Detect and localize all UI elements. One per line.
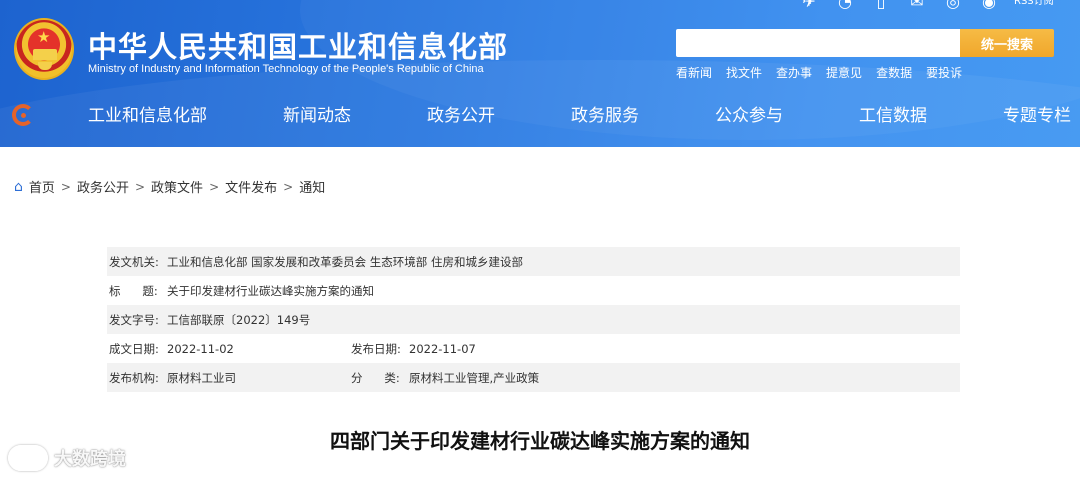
meta-label: 成文日期: — [109, 341, 159, 356]
quick-links: 看新闻 找文件 查办事 提意见 查数据 要投诉 — [676, 64, 962, 81]
document-title: 四部门关于印发建材行业碳达峰实施方案的通知 — [330, 429, 750, 453]
meta-value-created: 2022-11-02 — [167, 341, 234, 356]
mail-icon[interactable]: ✉ — [906, 0, 928, 12]
national-emblem-icon[interactable]: ★ — [14, 18, 74, 80]
nav-item-public-participation[interactable]: 公众参与 — [677, 96, 821, 136]
rss-link[interactable]: RSS订阅 — [1014, 0, 1054, 12]
nav-item-news[interactable]: 新闻动态 — [245, 96, 389, 136]
quick-link-feedback[interactable]: 提意见 — [826, 64, 862, 81]
site-title[interactable]: 中华人民共和国工业和信息化部 — [88, 24, 508, 66]
site-subtitle: Ministry of Industry and Information Tec… — [88, 63, 484, 75]
meta-label: 标 题: — [109, 283, 158, 298]
meta-cell-published: 发布日期: 2022-11-07 — [351, 341, 476, 357]
quick-link-complaint[interactable]: 要投诉 — [926, 64, 962, 81]
wechat-icon[interactable]: ◎ — [942, 0, 964, 12]
nav-item-ministry[interactable]: 工业和信息化部 — [50, 96, 245, 136]
breadcrumb-document-release[interactable]: 文件发布 — [225, 177, 277, 196]
meta-value-doc-no: 工信部联原〔2022〕149号 — [167, 312, 311, 327]
nav-item-data[interactable]: 工信数据 — [821, 96, 965, 136]
nav-item-services[interactable]: 政务服务 — [533, 96, 677, 136]
meta-row-issuer: 发文机关: 工业和信息化部 国家发展和改革委员会 生态环境部 住房和城乡建设部 — [107, 247, 960, 276]
breadcrumb-notice[interactable]: 通知 — [299, 177, 325, 196]
top-toolbar: ✈ ◔ ▯ ✉ ◎ ◉ RSS订阅 — [798, 0, 1054, 12]
weibo-icon[interactable]: ◔ — [834, 0, 856, 12]
breadcrumb-home[interactable]: 首页 — [29, 177, 55, 196]
breadcrumb: ⌂ 首页 > 政务公开 > 政策文件 > 文件发布 > 通知 — [14, 177, 325, 197]
quick-link-services[interactable]: 查办事 — [776, 64, 812, 81]
meta-value-published: 2022-11-07 — [409, 341, 476, 356]
watermark-logo-icon — [8, 445, 48, 471]
meta-label: 分 类: — [351, 370, 400, 385]
watermark: 大数跨境 — [8, 445, 126, 471]
quick-link-data[interactable]: 查数据 — [876, 64, 912, 81]
meta-row-title: 标 题: 关于印发建材行业碳达峰实施方案的通知 — [107, 276, 960, 305]
meta-cell-org: 发布机构: 原材料工业司 — [109, 370, 351, 386]
main-nav: 工业和信息化部 新闻动态 政务公开 政务服务 公众参与 工信数据 专题专栏 — [50, 96, 1080, 136]
meta-label: 发布日期: — [351, 341, 401, 356]
meta-row-dates: 成文日期: 2022-11-02 发布日期: 2022-11-07 — [107, 334, 960, 363]
quick-link-news[interactable]: 看新闻 — [676, 64, 712, 81]
meta-value-category: 原材料工业管理,产业政策 — [409, 370, 540, 385]
breadcrumb-separator: > — [134, 179, 146, 194]
meta-value-title: 关于印发建材行业碳达峰实施方案的通知 — [167, 283, 374, 298]
meta-label: 发文字号: — [109, 312, 159, 327]
search-input[interactable] — [676, 29, 962, 57]
home-icon[interactable]: ⌂ — [14, 179, 23, 195]
breadcrumb-separator: > — [209, 179, 220, 194]
nav-item-government-affairs[interactable]: 政务公开 — [389, 96, 533, 136]
meta-row-doc-no: 发文字号: 工信部联原〔2022〕149号 — [107, 305, 960, 334]
site-header: ★ 中华人民共和国工业和信息化部 Ministry of Industry an… — [0, 0, 1080, 147]
meta-label: 发文机关: — [109, 254, 159, 269]
gate-shape — [33, 49, 57, 60]
breadcrumb-separator: > — [60, 179, 71, 194]
breadcrumb-policy-documents[interactable]: 政策文件 — [151, 177, 203, 196]
mobile-icon[interactable]: ✈ — [798, 0, 820, 12]
breadcrumb-separator: > — [283, 179, 294, 194]
eye-icon[interactable]: ◉ — [978, 0, 1000, 12]
meta-cell-created: 成文日期: 2022-11-02 — [109, 341, 351, 357]
meta-value-org: 原材料工业司 — [167, 370, 236, 385]
quick-link-documents[interactable]: 找文件 — [726, 64, 762, 81]
breadcrumb-government-affairs[interactable]: 政务公开 — [77, 177, 129, 196]
meta-cell-category: 分 类: 原材料工业管理,产业政策 — [351, 370, 539, 386]
document-metadata-table: 发文机关: 工业和信息化部 国家发展和改革委员会 生态环境部 住房和城乡建设部 … — [107, 247, 960, 392]
star-icon: ★ — [37, 28, 51, 46]
gear-shape — [38, 62, 52, 70]
watermark-text: 大数跨境 — [54, 449, 126, 470]
nav-item-special-topics[interactable]: 专题专栏 — [965, 96, 1080, 136]
unified-search-button[interactable]: 统一搜索 — [960, 29, 1054, 57]
ministry-logo-icon[interactable] — [12, 104, 34, 126]
meta-row-org: 发布机构: 原材料工业司 分 类: 原材料工业管理,产业政策 — [107, 363, 960, 392]
meta-label: 发布机构: — [109, 370, 159, 385]
meta-value-issuer: 工业和信息化部 国家发展和改革委员会 生态环境部 住房和城乡建设部 — [167, 254, 523, 269]
phone-icon[interactable]: ▯ — [870, 0, 892, 12]
